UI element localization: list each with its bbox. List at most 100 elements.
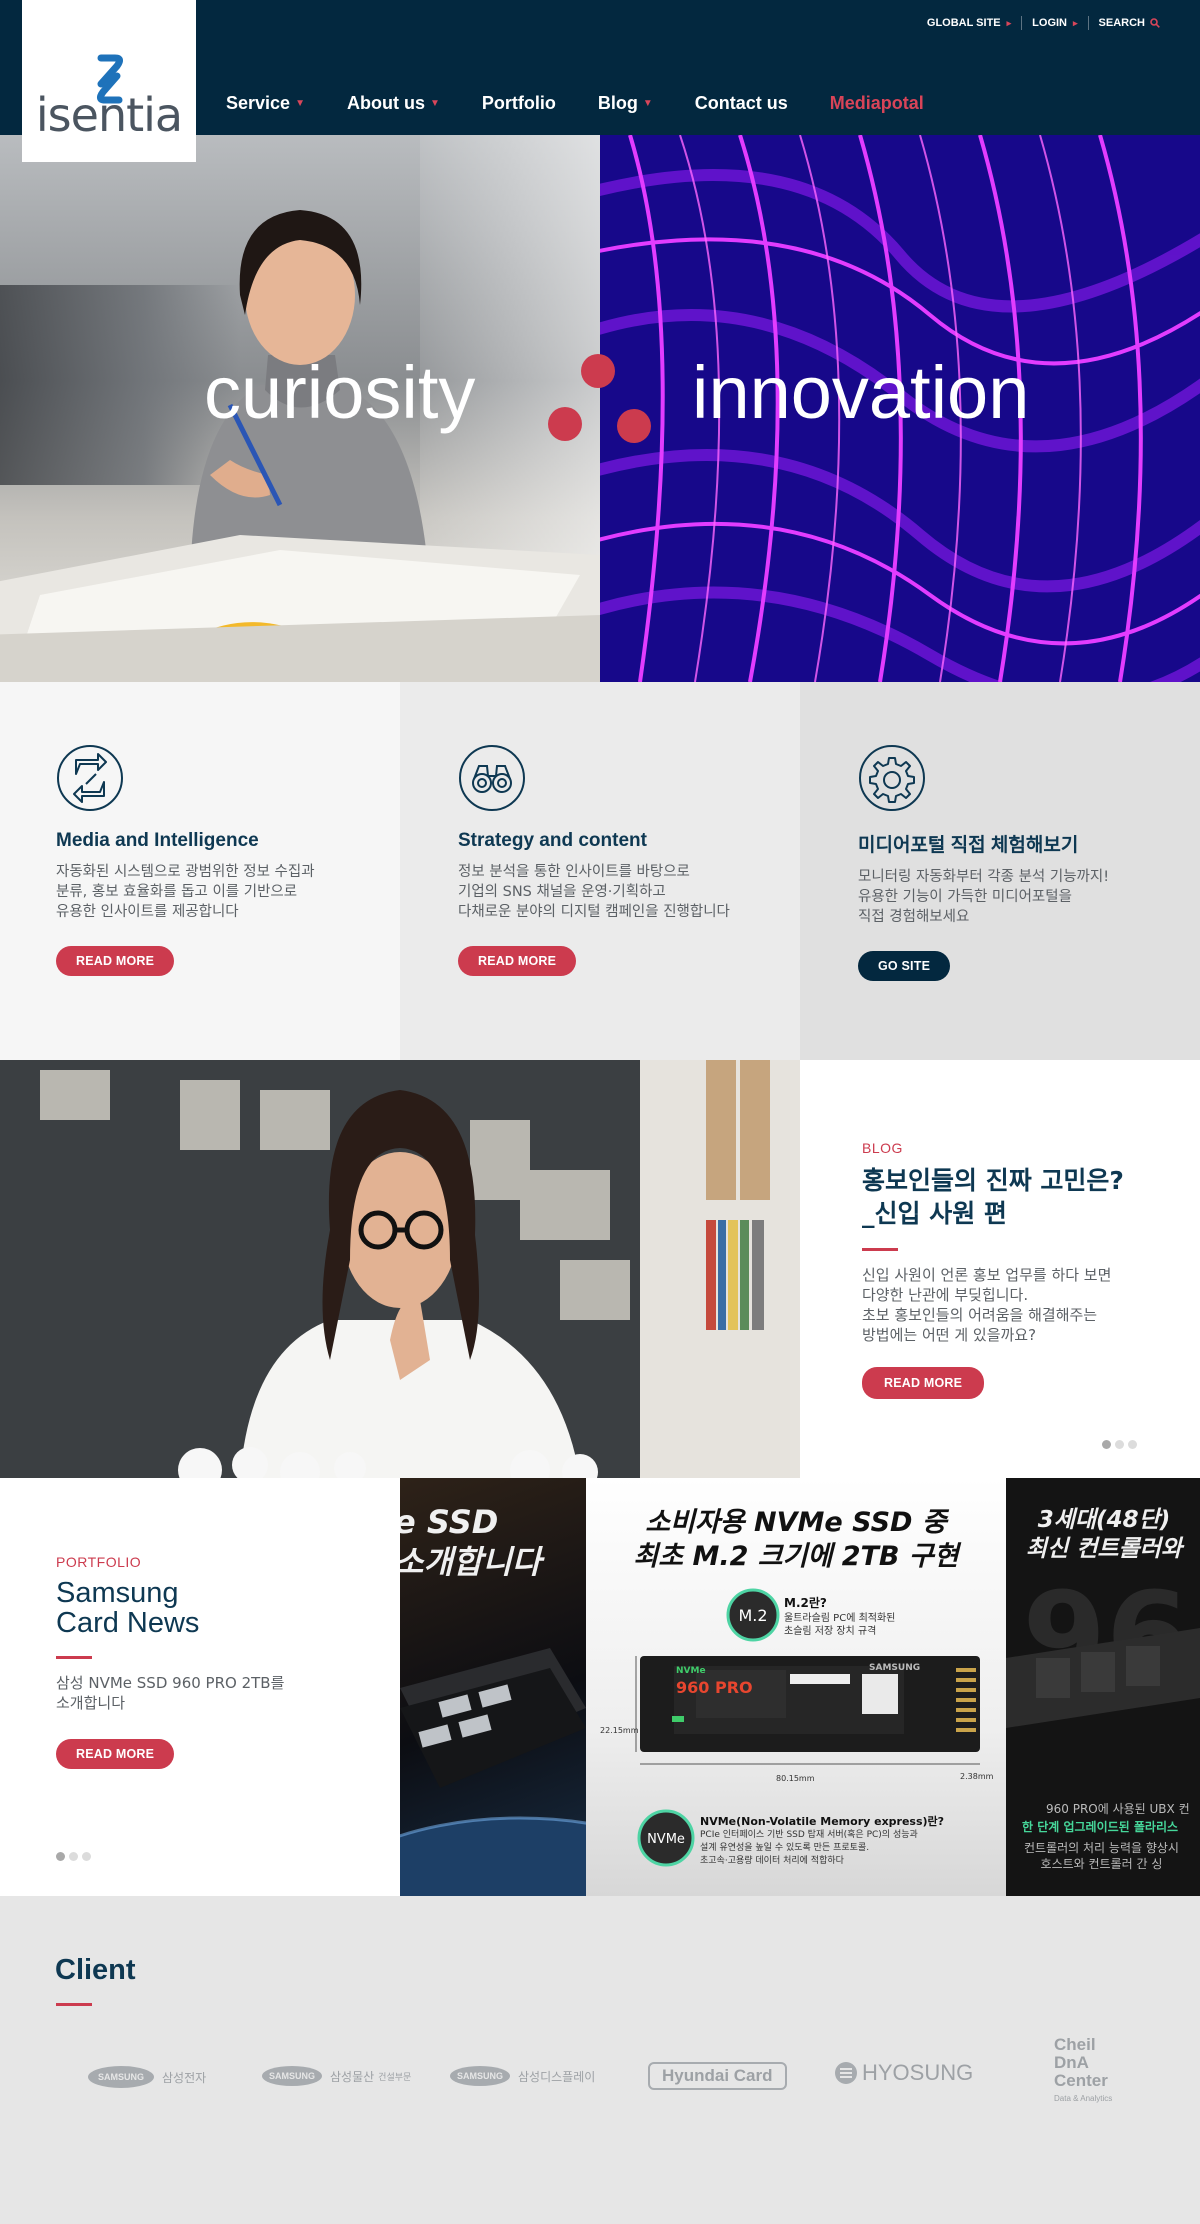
title-underline: [862, 1248, 898, 1251]
chevron-right-icon: ▸: [1006, 17, 1012, 28]
services-section: Media and Intelligence 자동화된 시스템으로 광범위한 정…: [0, 682, 1200, 1060]
nav-mediapotal[interactable]: Mediapotal: [830, 93, 924, 114]
client-title: Client: [55, 1954, 136, 1986]
nav-service-label: Service: [226, 93, 291, 113]
ssd-model-label: 960 PRO: [676, 1678, 753, 1697]
pager-dot[interactable]: [1102, 1440, 1111, 1449]
search-icon: [1150, 18, 1160, 28]
open-notebook: [0, 535, 600, 682]
blog-photo-thinking-woman: [0, 1060, 800, 1478]
search-label: SEARCH: [1098, 17, 1145, 29]
title-underline: [56, 1656, 92, 1659]
client-sub: 삼성물산: [330, 2069, 375, 2084]
slide-text: 컨트롤러의 처리 능력을 향상시 호스트와 컨트롤러 간 싱: [1024, 1841, 1179, 1871]
slide-text: 960 PRO에 사용된 UBX 컨: [1046, 1802, 1190, 1816]
pager-dot[interactable]: [82, 1852, 91, 1861]
client-logo-cheil-dna: Cheil DnA Center Data & Analytics: [1054, 2036, 1113, 2104]
client-sub: Data & Analytics: [1054, 2094, 1113, 2103]
search-link[interactable]: SEARCH: [1089, 17, 1170, 29]
client-logo-hyosung: HYOSUNG: [834, 2060, 973, 2086]
blog-desc: 신입 사원이 언론 홍보 업무를 하다 보면 다양한 난관에 부딪힙니다. 초보…: [862, 1266, 1112, 1344]
hero-banner: curiosity innovation: [0, 135, 1200, 682]
logo-text: isentia: [35, 88, 183, 142]
pager-dot[interactable]: [56, 1852, 65, 1861]
portfolio-pager: [56, 1852, 91, 1861]
caret-down-icon: ▼: [429, 98, 440, 109]
nav-contact-us[interactable]: Contact us: [695, 93, 788, 114]
service-desc: 모니터링 자동화부터 각종 분석 기능까지! 유용한 기능이 가득한 미디어포털…: [858, 869, 1110, 925]
card-news-carousel[interactable]: e SSD 소개합니다 소비자용 NVMe SSD 중 최초 M.2 크기에 2…: [400, 1478, 1200, 1896]
portfolio-kicker: PORTFOLIO: [56, 1554, 142, 1570]
nav-about-us[interactable]: About us ▼: [347, 93, 440, 114]
portfolio-feature: PORTFOLIO Samsung Card News 삼성 NVMe SSD …: [0, 1478, 1200, 1896]
m2-badge-text: M.2: [738, 1606, 767, 1625]
read-more-button[interactable]: READ MORE: [56, 946, 175, 976]
client-logos: SAMSUNG 삼성전자 SAMSUNG 삼성물산 건설부문 SAMSUNG 삼…: [80, 2036, 1140, 2122]
client-sub: 삼성디스플레이: [518, 2069, 596, 2084]
nvme-desc: PCIe 인터페이스 기반 SSD 탑재 서버(혹은 PC)의 성능과 설계 유…: [700, 1830, 918, 1866]
go-site-button[interactable]: GO SITE: [858, 951, 951, 981]
slide-text-highlight: 한 단계 업그레이드된 폴라리스: [1022, 1820, 1179, 1834]
logo[interactable]: isentia: [22, 0, 196, 162]
client-logo-samsung-electronics: SAMSUNG 삼성전자: [88, 2066, 206, 2088]
slide-heading: e SSD 소개합니다: [400, 1503, 542, 1581]
nav-contact-label: Contact us: [694, 93, 788, 113]
m2-badge-icon: M.2: [726, 1588, 780, 1642]
m2-title: M.2란?: [784, 1596, 827, 1610]
dim-width-label: 80.15mm: [776, 1774, 815, 1783]
blog-pager: [1102, 1440, 1137, 1449]
office-scene: [0, 1060, 800, 1478]
pager-dot[interactable]: [1115, 1440, 1124, 1449]
client-logo-samsung-ct: SAMSUNG 삼성물산 건설부문: [262, 2066, 411, 2086]
service-title: Strategy and content: [458, 830, 647, 851]
service-card-mediaportal: 미디어포털 직접 체험해보기 모니터링 자동화부터 각종 분석 기능까지! 유용…: [800, 682, 1200, 1060]
client-logo-samsung-display: SAMSUNG 삼성디스플레이: [450, 2066, 595, 2086]
pager-dot[interactable]: [1128, 1440, 1137, 1449]
read-more-button[interactable]: READ MORE: [56, 1739, 175, 1769]
hyosung-emblem-icon: [835, 2062, 857, 2084]
caret-down-icon: ▼: [642, 98, 653, 109]
ssd-controller-image: 96: [1006, 1568, 1200, 1728]
nav-service[interactable]: Service ▼: [226, 93, 305, 114]
portfolio-desc: 삼성 NVMe SSD 960 PRO 2TB를 소개합니다: [56, 1674, 285, 1712]
nav-blog-label: Blog: [597, 93, 638, 113]
client-logo-hyundai-card: Hyundai Card: [648, 2062, 787, 2090]
portfolio-title[interactable]: Samsung Card News: [56, 1578, 400, 1638]
samsung-pill: SAMSUNG: [450, 2066, 510, 2086]
blog-text-panel: BLOG 홍보인들의 진짜 고민은? _신입 사원 편 신입 사원이 언론 홍보…: [800, 1060, 1200, 1478]
portfolio-text-panel: PORTFOLIO Samsung Card News 삼성 NVMe SSD …: [0, 1478, 400, 1896]
samsung-pill: SAMSUNG: [88, 2066, 154, 2088]
main-nav: Service ▼ About us ▼ Portfolio Blog ▼ Co…: [226, 93, 966, 114]
global-site-link[interactable]: GLOBAL SITE ▸: [917, 17, 1021, 29]
global-site-label: GLOBAL SITE: [926, 17, 1001, 29]
ssd-nvme-label: NVMe: [676, 1666, 706, 1676]
caret-down-icon: ▼: [295, 98, 305, 109]
nvme-title: NVMe(Non-Volatile Memory express)란?: [700, 1815, 945, 1828]
m2-desc: 울트라슬림 PC에 최적화된 초슬림 저장 장치 규격: [784, 1613, 896, 1637]
pager-dot[interactable]: [69, 1852, 78, 1861]
read-more-button[interactable]: READ MORE: [862, 1367, 985, 1399]
card-news-slide-specs: 소비자용 NVMe SSD 중 최초 M.2 크기에 2TB 구현 M.2 M.…: [586, 1478, 1006, 1896]
nav-mediapotal-label: Mediapotal: [829, 93, 924, 113]
service-title: 미디어포털 직접 체험해보기: [858, 835, 1079, 856]
nav-blog[interactable]: Blog ▼: [598, 93, 653, 114]
three-dots-mark: [548, 354, 651, 443]
samsung-pill: SAMSUNG: [262, 2066, 322, 2086]
nav-about-label: About us: [346, 93, 425, 113]
ssd-on-earth-image: [400, 1648, 586, 1896]
gear-icon: [859, 745, 925, 811]
title-underline: [56, 2003, 92, 2006]
client-name: HYOSUNG: [862, 2060, 974, 2085]
ssd-brand-label: SAMSUNG: [869, 1663, 921, 1673]
nav-portfolio[interactable]: Portfolio: [482, 93, 556, 114]
blog-title[interactable]: 홍보인들의 진짜 고민은? _신입 사원 편: [862, 1164, 1200, 1230]
card-news-slide-controller: 3세대(48단) 최신 컨트롤러와 96 960 PRO에 사용된 UBX 컨 …: [1006, 1478, 1200, 1896]
client-section: Client SAMSUNG 삼성전자 SAMSUNG 삼성물산 건설부문 SA…: [0, 1896, 1200, 2224]
login-label: LOGIN: [1032, 17, 1068, 29]
utility-bar: GLOBAL SITE ▸ LOGIN ▸ SEARCH: [917, 16, 1170, 30]
login-link[interactable]: LOGIN ▸: [1022, 17, 1087, 29]
blog-feature: BLOG 홍보인들의 진짜 고민은? _신입 사원 편 신입 사원이 언론 홍보…: [0, 1060, 1200, 1478]
nvme-badge-icon: NVMe: [637, 1809, 695, 1867]
read-more-button[interactable]: READ MORE: [458, 946, 577, 976]
service-card-media: Media and Intelligence 자동화된 시스템으로 광범위한 정…: [0, 682, 400, 1060]
